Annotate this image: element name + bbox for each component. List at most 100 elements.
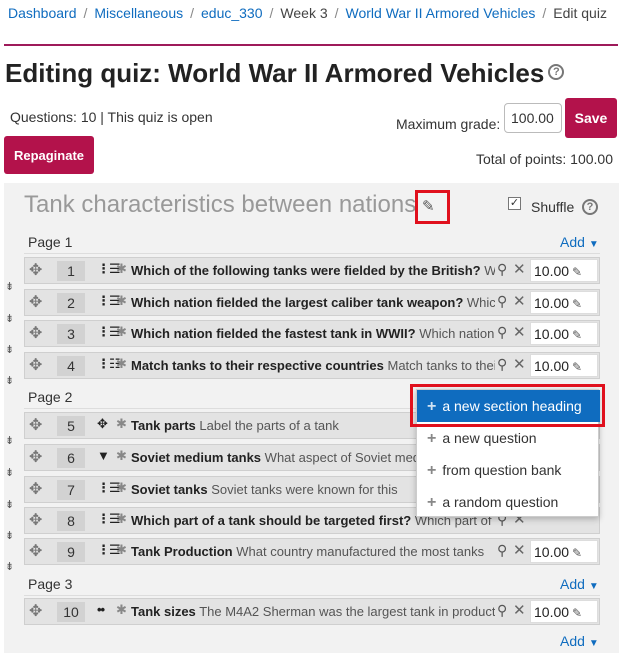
caret-down-icon: ▼ — [588, 638, 599, 649]
question-number: 9 — [57, 542, 85, 562]
repaginate-icon[interactable]: ⇟ — [5, 562, 14, 573]
question-number: 2 — [57, 293, 85, 313]
pencil-icon[interactable]: ✎ — [572, 546, 582, 560]
gear-icon[interactable]: ✱ — [116, 480, 127, 496]
shuffle-checkbox[interactable]: ✓ — [508, 197, 521, 210]
question-preview-text: What country manufactured the most tanks — [236, 544, 485, 559]
preview-icon[interactable]: ⚲ — [497, 602, 507, 619]
gear-icon[interactable]: ✱ — [116, 293, 127, 309]
question-title: Which of the following tanks were fielde… — [131, 263, 481, 278]
move-icon[interactable]: ✥ — [29, 541, 42, 561]
question-text[interactable]: Which nation fielded the largest caliber… — [131, 295, 495, 310]
repaginate-icon[interactable]: ⇟ — [5, 500, 14, 511]
preview-icon[interactable]: ⚲ — [497, 293, 507, 310]
repaginate-icon[interactable]: ⇟ — [5, 531, 14, 542]
repaginate-icon[interactable]: ⇟ — [5, 376, 14, 387]
repaginate-icon[interactable]: ⇟ — [5, 282, 14, 293]
gear-icon[interactable]: ✱ — [116, 356, 127, 372]
breadcrumb-miscellaneous[interactable]: Miscellaneous — [94, 5, 183, 21]
plus-icon: + — [427, 494, 437, 511]
question-preview-text: Soviet tanks were known for this — [211, 482, 398, 497]
question-title: Which part of a tank should be targeted … — [131, 513, 412, 528]
gear-icon[interactable]: ✱ — [116, 261, 127, 277]
max-mark-field[interactable]: 10.00 ✎ — [530, 540, 598, 563]
header-divider — [4, 44, 618, 46]
delete-icon[interactable]: ✕ — [513, 292, 526, 310]
question-number: 3 — [57, 324, 85, 344]
delete-icon[interactable]: ✕ — [513, 323, 526, 341]
pencil-icon[interactable]: ✎ — [572, 265, 582, 279]
question-text[interactable]: Match tanks to their respective countrie… — [131, 358, 495, 373]
gear-icon[interactable]: ✱ — [116, 416, 127, 432]
move-icon[interactable]: ✥ — [29, 355, 42, 375]
question-preview-text: Label the parts of a tank — [199, 418, 339, 433]
repaginate-icon[interactable]: ⇟ — [5, 436, 14, 447]
breadcrumb-course[interactable]: educ_330 — [201, 5, 263, 21]
add-menu-trigger-footer[interactable]: Add ▼ — [560, 633, 599, 649]
preview-icon[interactable]: ⚲ — [497, 542, 507, 559]
preview-icon[interactable]: ⚲ — [497, 261, 507, 278]
question-title: Tank sizes — [131, 604, 196, 619]
max-grade-input[interactable] — [504, 103, 562, 133]
add-menu-trigger-page-1[interactable]: Add ▼ — [560, 234, 599, 250]
page-label-2: Page 2 — [28, 389, 73, 405]
pencil-icon[interactable]: ✎ — [572, 328, 582, 342]
move-icon[interactable]: ✥ — [29, 415, 42, 435]
move-icon[interactable]: ✥ — [29, 510, 42, 530]
question-row: ✥ 2 ⋮☰ ✱ Which nation fielded the largest ca… — [24, 289, 600, 316]
pencil-icon[interactable]: ✎ — [572, 360, 582, 374]
preview-icon[interactable]: ⚲ — [497, 356, 507, 373]
preview-icon[interactable]: ⚲ — [497, 324, 507, 341]
move-icon[interactable]: ✥ — [29, 601, 42, 621]
max-mark-field[interactable]: 10.00 ✎ — [530, 259, 598, 282]
delete-icon[interactable]: ✕ — [513, 601, 526, 619]
repaginate-icon[interactable]: ⇟ — [5, 468, 14, 479]
menu-item-label: a random question — [442, 494, 559, 510]
question-text[interactable]: Which of the following tanks were fielde… — [131, 263, 495, 278]
pencil-icon[interactable]: ✎ — [572, 606, 582, 620]
move-icon[interactable]: ✥ — [29, 479, 42, 499]
question-number: 5 — [57, 416, 85, 436]
page-label-3: Page 3 — [28, 576, 73, 592]
move-icon[interactable]: ✥ — [29, 447, 42, 467]
breadcrumb-dashboard[interactable]: Dashboard — [8, 5, 77, 21]
max-mark-field[interactable]: 10.00 ✎ — [530, 600, 598, 623]
page-title-text: Editing quiz: World War II Armored Vehic… — [5, 58, 545, 88]
gear-icon[interactable]: ✱ — [116, 511, 127, 527]
move-icon[interactable]: ✥ — [29, 323, 42, 343]
gear-icon[interactable]: ✱ — [116, 542, 127, 558]
gear-icon[interactable]: ✱ — [116, 324, 127, 340]
save-button[interactable]: Save — [565, 98, 617, 138]
menu-item-from-question-bank[interactable]: + from question bank — [417, 454, 600, 486]
breadcrumb-separator: / — [269, 5, 274, 21]
menu-item-highlight — [410, 384, 605, 427]
move-icon[interactable]: ✥ — [29, 292, 42, 312]
move-icon[interactable]: ✥ — [29, 260, 42, 280]
shuffle-help-icon[interactable]: ? — [582, 199, 598, 215]
help-icon[interactable]: ? — [548, 64, 565, 81]
repaginate-icon[interactable]: ⇟ — [5, 314, 14, 325]
max-mark-field[interactable]: 10.00 ✎ — [530, 291, 598, 314]
question-text[interactable]: Which nation fielded the fastest tank in… — [131, 326, 495, 341]
repaginate-button[interactable]: Repaginate — [4, 136, 94, 174]
question-text[interactable]: Tank Production What country manufacture… — [131, 544, 495, 559]
breadcrumb-separator: / — [334, 5, 339, 21]
question-title: Soviet medium tanks — [131, 450, 262, 465]
question-text[interactable]: Tank sizes The M4A2 Sherman was the larg… — [131, 604, 495, 619]
delete-icon[interactable]: ✕ — [513, 260, 526, 278]
breadcrumb-separator: / — [83, 5, 88, 21]
breadcrumb-quiz[interactable]: World War II Armored Vehicles — [346, 5, 536, 21]
add-menu-trigger-page-3[interactable]: Add ▼ — [560, 576, 599, 592]
gear-icon[interactable]: ✱ — [116, 602, 127, 618]
max-mark-field[interactable]: 10.00 ✎ — [530, 322, 598, 345]
max-mark-field[interactable]: 10.00 ✎ — [530, 354, 598, 377]
gear-icon[interactable]: ✱ — [116, 448, 127, 464]
question-number: 4 — [57, 356, 85, 376]
pencil-icon[interactable]: ✎ — [422, 197, 435, 215]
menu-item-random-question[interactable]: + a random question — [417, 486, 600, 518]
repaginate-icon[interactable]: ⇟ — [5, 345, 14, 356]
delete-icon[interactable]: ✕ — [513, 541, 526, 559]
page-title: Editing quiz: World War II Armored Vehic… — [5, 58, 565, 89]
pencil-icon[interactable]: ✎ — [572, 297, 582, 311]
delete-icon[interactable]: ✕ — [513, 355, 526, 373]
